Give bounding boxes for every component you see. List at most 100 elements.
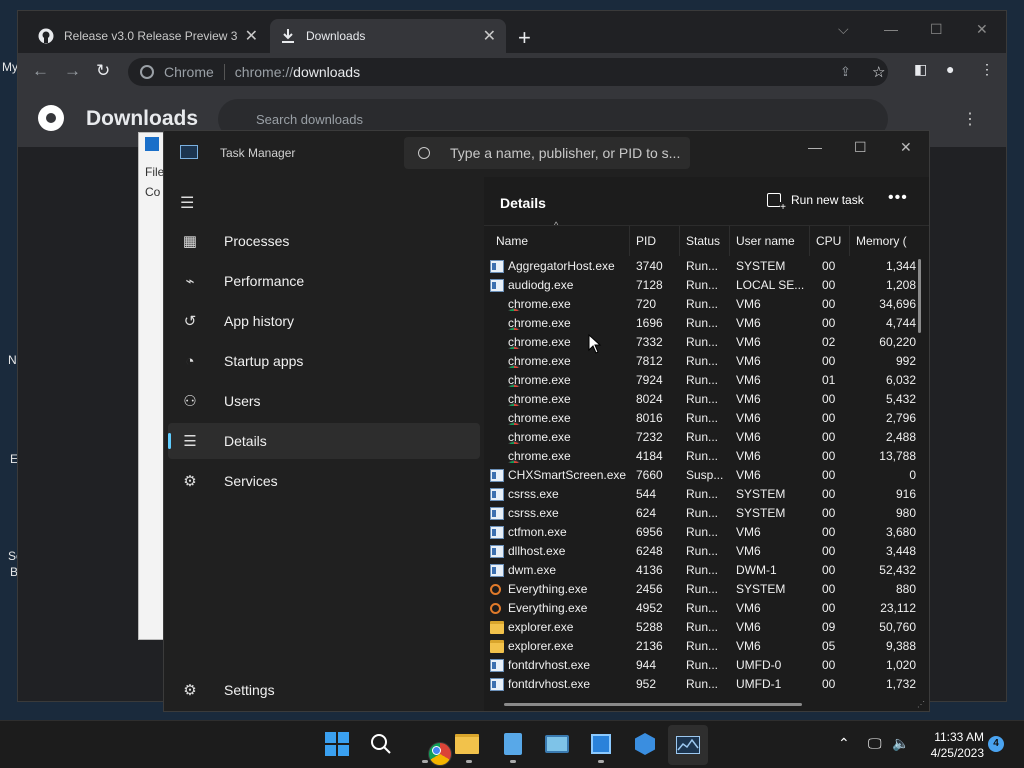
process-cpu-cell: 01 — [822, 373, 836, 387]
process-mem-cell: 23,112 — [880, 601, 916, 615]
process-name-cell: dwm.exe — [490, 563, 626, 577]
process-pid-cell: 544 — [636, 487, 657, 501]
desktop-label-fragment: N — [8, 353, 17, 367]
show-hidden-icons-chevron-icon[interactable]: ⌃ — [838, 735, 850, 752]
run-new-task-button[interactable]: Run new task — [767, 193, 864, 213]
tab-search-chevron-icon[interactable]: ⌵ — [838, 21, 849, 38]
table-row[interactable]: chrome.exe 7924 Run... VM6 01 6,032 — [484, 371, 929, 390]
app-icon — [145, 137, 159, 151]
hamburger-menu-icon[interactable]: ☰ — [180, 193, 194, 213]
column-header-memory[interactable]: Memory ( — [850, 226, 916, 256]
column-header-cpu[interactable]: CPU — [810, 226, 850, 256]
table-row[interactable]: AggregatorHost.exe 3740 Run... SYSTEM 00 1,34… — [484, 257, 929, 276]
system-clock[interactable]: 11:33 AM 4/25/2023 — [922, 729, 984, 761]
table-row[interactable]: chrome.exe 4184 Run... VM6 00 13,788 — [484, 447, 929, 466]
table-row[interactable]: Everything.exe 4952 Run... VM6 00 23,112 — [484, 599, 929, 618]
more-options-icon[interactable]: ••• — [888, 189, 908, 207]
side-panel-icon[interactable]: ◧ — [914, 61, 927, 78]
table-row[interactable]: chrome.exe 720 Run... VM6 00 34,696 — [484, 295, 929, 314]
back-arrow-icon[interactable]: ← — [32, 61, 49, 81]
nav-item-processes[interactable]: ▦ Processes — [168, 223, 480, 259]
table-row[interactable]: dllhost.exe 6248 Run... VM6 00 3,448 — [484, 542, 929, 561]
search-process-icon — [490, 602, 501, 614]
table-row[interactable]: audiodg.exe 7128 Run... LOCAL SE... 00 1,208 — [484, 276, 929, 295]
volume-icon[interactable]: 🔈 — [892, 735, 909, 752]
table-row[interactable]: chrome.exe 7332 Run... VM6 02 60,220 — [484, 333, 929, 352]
forward-arrow-icon[interactable]: → — [64, 61, 81, 81]
reload-icon[interactable]: ↻ — [96, 61, 110, 81]
share-icon[interactable]: ⇪ — [840, 64, 851, 80]
nav-item-app-history[interactable]: ↺ App history — [168, 303, 480, 339]
maximize-button[interactable]: ☐ — [930, 21, 943, 38]
network-icon[interactable]: 🖵 — [868, 735, 882, 752]
task-manager-titlebar[interactable]: Task Manager Type a name, publisher, or … — [164, 131, 929, 177]
table-row[interactable]: explorer.exe 5288 Run... VM6 09 50,760 — [484, 618, 929, 637]
profile-icon[interactable]: ● — [946, 61, 954, 77]
column-header-status[interactable]: Status — [680, 226, 730, 256]
search-icon[interactable] — [368, 731, 394, 757]
downloads-menu-icon[interactable]: ⋮ — [962, 109, 978, 129]
network-app-icon[interactable] — [632, 731, 658, 757]
process-pid-cell: 3740 — [636, 259, 663, 273]
chrome-icon[interactable] — [412, 731, 452, 766]
table-row[interactable]: explorer.exe 2136 Run... VM6 05 9,388 — [484, 637, 929, 656]
nav-item-services[interactable]: ⚙ Services — [168, 463, 480, 499]
table-row[interactable]: chrome.exe 1696 Run... VM6 00 4,744 — [484, 314, 929, 333]
process-name: explorer.exe — [508, 639, 574, 653]
table-row[interactable]: Everything.exe 2456 Run... SYSTEM 00 880 — [484, 580, 929, 599]
close-window-button[interactable]: ✕ — [976, 21, 988, 38]
close-tab-icon[interactable]: ✕ — [245, 26, 258, 46]
app-icon[interactable] — [588, 731, 614, 763]
process-cpu-cell: 00 — [822, 563, 836, 577]
minimize-button[interactable]: — — [808, 139, 822, 155]
task-manager-icon[interactable] — [668, 725, 708, 765]
process-mem-cell: 980 — [895, 506, 916, 520]
close-tab-icon[interactable]: ✕ — [483, 26, 496, 46]
process-name-cell: chrome.exe — [490, 297, 626, 311]
nav-item-users[interactable]: ⚇ Users — [168, 383, 480, 419]
process-mem-cell: 5,432 — [885, 392, 916, 406]
table-row[interactable]: ctfmon.exe 6956 Run... VM6 00 3,680 — [484, 523, 929, 542]
nav-item-startup-apps[interactable]: ◔ Startup apps — [168, 343, 480, 379]
generic-process-icon — [490, 468, 504, 482]
table-row[interactable]: dwm.exe 4136 Run... DWM-1 00 52,432 — [484, 561, 929, 580]
table-row[interactable]: chrome.exe 8024 Run... VM6 00 5,432 — [484, 390, 929, 409]
column-header-user-name[interactable]: User name — [730, 226, 810, 256]
new-tab-button[interactable]: + — [518, 25, 531, 51]
tab-downloads[interactable]: Downloads ✕ — [270, 19, 506, 53]
table-row[interactable]: fontdrvhost.exe 952 Run... UMFD-1 00 1,732 — [484, 675, 929, 694]
vertical-scrollbar[interactable] — [918, 259, 921, 333]
file-explorer-icon[interactable] — [455, 731, 482, 763]
table-row[interactable]: chrome.exe 7232 Run... VM6 00 2,488 — [484, 428, 929, 447]
process-status-cell: Run... — [686, 297, 719, 311]
resize-grip-icon[interactable]: ⋰ — [917, 700, 925, 709]
tab-github-release[interactable]: Release v3.0 Release Preview 3 · ✕ — [28, 19, 268, 53]
column-header-name[interactable]: Name — [490, 226, 630, 256]
bookmark-star-icon[interactable]: ☆ — [872, 63, 885, 81]
process-name: csrss.exe — [508, 487, 559, 501]
column-header-pid[interactable]: PID — [630, 226, 680, 256]
horizontal-scrollbar[interactable] — [504, 703, 802, 706]
nav-item-settings[interactable]: ⚙ Settings — [168, 672, 480, 708]
table-row[interactable]: chrome.exe 8016 Run... VM6 00 2,796 — [484, 409, 929, 428]
control-panel-icon[interactable] — [544, 731, 570, 757]
start-icon[interactable] — [324, 731, 350, 757]
menu-dots-icon[interactable]: ⋮ — [980, 61, 994, 78]
process-pid-cell: 8016 — [636, 411, 663, 425]
clock-time: 11:33 AM — [934, 730, 984, 744]
close-button[interactable]: ✕ — [900, 139, 912, 156]
table-row[interactable]: csrss.exe 544 Run... SYSTEM 00 916 — [484, 485, 929, 504]
table-row[interactable]: chrome.exe 7812 Run... VM6 00 992 — [484, 352, 929, 371]
table-row[interactable]: CHXSmartScreen.exe 7660 Susp... VM6 00 0 — [484, 466, 929, 485]
maximize-button[interactable]: ☐ — [854, 139, 867, 156]
nav-item-performance[interactable]: ⌁ Performance — [168, 263, 480, 299]
process-mem-cell: 13,788 — [879, 449, 916, 463]
table-row[interactable]: csrss.exe 624 Run... SYSTEM 00 980 — [484, 504, 929, 523]
address-bar[interactable]: Chrome chrome:// downloads ⇪ ☆ — [128, 58, 888, 86]
notepad-icon[interactable] — [500, 731, 526, 763]
process-search-input[interactable]: Type a name, publisher, or PID to s... — [404, 137, 690, 169]
nav-item-details[interactable]: ☰ Details — [168, 423, 480, 459]
minimize-button[interactable]: — — [884, 21, 898, 37]
table-row[interactable]: fontdrvhost.exe 944 Run... UMFD-0 00 1,020 — [484, 656, 929, 675]
notification-badge[interactable]: 4 — [988, 736, 1004, 752]
